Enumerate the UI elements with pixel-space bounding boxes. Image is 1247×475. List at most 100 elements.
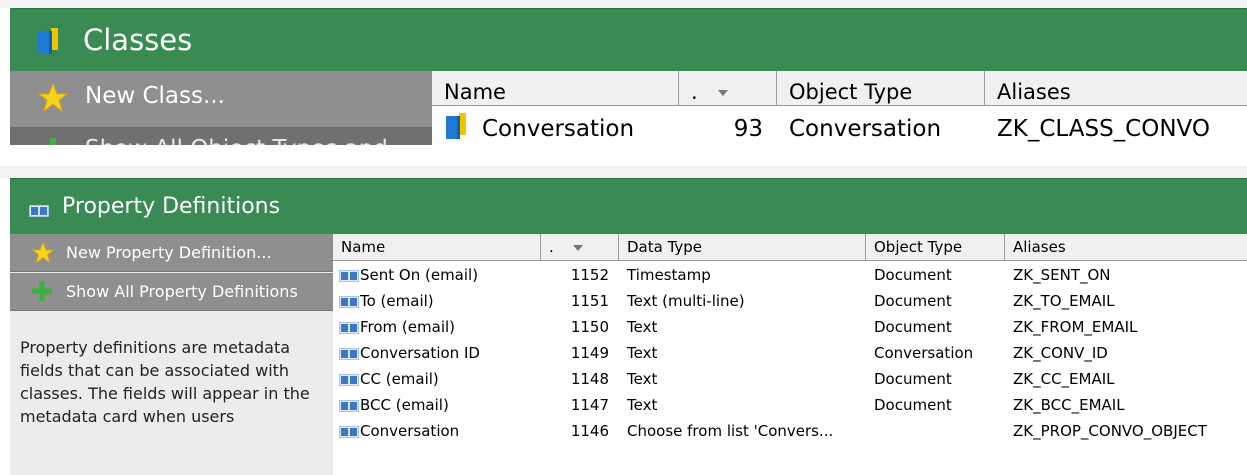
row-name: To (email) xyxy=(360,292,434,310)
book-icon xyxy=(38,28,58,58)
property-definitions-title: Property Definitions xyxy=(62,194,281,219)
classes-panel: Classes New Class... Show All Object Typ… xyxy=(0,0,1247,145)
row-id: 1149 xyxy=(570,344,609,362)
table-row[interactable]: BCC (email) 1147 Text Document ZK_BCC_EMAIL xyxy=(333,393,1247,419)
row-aliases: ZK_CC_EMAIL xyxy=(1013,370,1115,388)
row-object-type: Document xyxy=(874,318,952,336)
row-aliases: ZK_CONV_ID xyxy=(1013,344,1108,362)
column-header-id-label: . xyxy=(691,80,698,104)
table-row[interactable]: CC (email) 1148 Text Document ZK_CC_EMAIL xyxy=(333,367,1247,393)
column-header-aliases[interactable]: Aliases xyxy=(1005,234,1247,261)
row-aliases: ZK_FROM_EMAIL xyxy=(1013,318,1138,336)
row-object-type: Document xyxy=(874,370,952,388)
new-class-button[interactable]: New Class... xyxy=(10,71,432,128)
column-header-name[interactable]: Name xyxy=(432,71,679,106)
column-header-object-type[interactable]: Object Type xyxy=(866,234,1005,261)
property-definitions-panel: Property Definitions New Property Defini… xyxy=(0,166,1247,475)
classes-sidebar: New Class... Show All Object Types and .… xyxy=(10,71,432,145)
show-all-object-types-label: Show All Object Types and ... xyxy=(85,136,417,145)
classes-title: Classes xyxy=(83,23,193,57)
row-data-type: Choose from list 'Convers... xyxy=(627,422,834,440)
row-aliases: ZK_CLASS_CONVO xyxy=(997,116,1210,142)
row-name: Conversation ID xyxy=(360,344,480,362)
metadata-icon xyxy=(338,424,360,442)
classes-grid: Name . Object Type Aliases Conversation … xyxy=(432,71,1247,145)
property-definitions-sidebar: New Property Definition... Show All Prop… xyxy=(10,234,333,475)
sort-desc-icon xyxy=(572,244,583,251)
row-object-type: Document xyxy=(874,266,952,284)
show-all-object-types-button[interactable]: Show All Object Types and ... xyxy=(10,128,432,145)
property-definitions-description: Property definitions are metadata fields… xyxy=(20,338,310,426)
table-row[interactable]: To (email) 1151 Text (multi-line) Document Z… xyxy=(333,289,1247,315)
classes-header: Classes xyxy=(10,8,1247,72)
panel-top-strip xyxy=(0,0,1247,8)
metadata-icon xyxy=(338,294,360,312)
row-id: 1151 xyxy=(570,292,609,310)
row-id: 1152 xyxy=(570,266,609,284)
metadata-icon xyxy=(338,398,360,416)
panel-top-strip xyxy=(0,166,1247,178)
show-all-property-definitions-label: Show All Property Definitions xyxy=(66,282,298,301)
column-header-name-label: Name xyxy=(444,80,506,104)
row-aliases: ZK_BCC_EMAIL xyxy=(1013,396,1125,414)
row-name: Sent On (email) xyxy=(360,266,479,284)
star-icon xyxy=(37,82,69,117)
column-header-id[interactable]: . xyxy=(679,71,777,106)
row-object-type: Document xyxy=(874,292,952,310)
row-id: 1147 xyxy=(570,396,609,414)
row-id: 1150 xyxy=(570,318,609,336)
new-property-definition-button[interactable]: New Property Definition... xyxy=(10,234,333,272)
metadata-icon xyxy=(338,372,360,390)
row-id: 1148 xyxy=(570,370,609,388)
column-header-data-type-label: Data Type xyxy=(627,238,703,256)
table-row[interactable]: Conversation 1146 Choose from list 'Conver… xyxy=(333,419,1247,445)
table-row[interactable]: Sent On (email) 1152 Timestamp Document ZK_S… xyxy=(333,263,1247,289)
column-header-name-label: Name xyxy=(341,238,386,256)
row-name: Conversation xyxy=(482,116,635,142)
row-aliases: ZK_PROP_CONVO_OBJECT xyxy=(1013,422,1207,440)
column-header-object-type-label: Object Type xyxy=(874,238,963,256)
row-object-type: Conversation xyxy=(789,116,942,142)
property-definitions-header: Property Definitions xyxy=(10,178,1247,235)
row-aliases: ZK_SENT_ON xyxy=(1013,266,1111,284)
new-class-label: New Class... xyxy=(85,83,225,109)
metadata-icon xyxy=(338,346,360,364)
row-data-type: Text xyxy=(627,396,658,414)
row-aliases: ZK_TO_EMAIL xyxy=(1013,292,1115,310)
star-icon xyxy=(31,241,55,268)
row-name: From (email) xyxy=(360,318,456,336)
property-definitions-grid: Name . Data Type Object Type Aliases Sen… xyxy=(333,234,1247,475)
metadata-icon xyxy=(338,268,360,286)
row-name: BCC (email) xyxy=(360,396,449,414)
row-data-type: Text xyxy=(627,370,658,388)
column-header-id-label: . xyxy=(549,238,554,256)
row-id: 1146 xyxy=(570,422,609,440)
new-property-definition-label: New Property Definition... xyxy=(66,243,272,262)
plus-icon xyxy=(42,138,64,145)
row-name: Conversation xyxy=(360,422,460,440)
column-header-name[interactable]: Name xyxy=(333,234,541,261)
table-row[interactable]: Conversation ID 1149 Text Conversation ZK_CO… xyxy=(333,341,1247,367)
column-header-object-type[interactable]: Object Type xyxy=(777,71,985,106)
row-data-type: Text xyxy=(627,344,658,362)
row-data-type: Timestamp xyxy=(627,266,711,284)
column-header-aliases-label: Aliases xyxy=(1013,238,1066,256)
metadata-icon xyxy=(28,202,50,221)
row-data-type: Text (multi-line) xyxy=(627,292,745,310)
column-header-object-type-label: Object Type xyxy=(789,80,913,104)
column-header-aliases-label: Aliases xyxy=(997,80,1071,104)
table-row[interactable]: From (email) 1150 Text Document ZK_FROM_EMAI… xyxy=(333,315,1247,341)
row-object-type: Conversation xyxy=(874,344,974,362)
class-icon xyxy=(446,113,466,145)
row-data-type: Text xyxy=(627,318,658,336)
row-name: CC (email) xyxy=(360,370,439,388)
column-header-data-type[interactable]: Data Type xyxy=(619,234,866,261)
plus-icon xyxy=(32,281,52,305)
column-header-aliases[interactable]: Aliases xyxy=(985,71,1247,106)
row-object-type: Document xyxy=(874,396,952,414)
row-id: 93 xyxy=(733,116,763,142)
sort-desc-icon xyxy=(718,90,729,96)
show-all-property-definitions-button[interactable]: Show All Property Definitions xyxy=(10,273,333,311)
metadata-icon xyxy=(338,320,360,338)
column-header-id[interactable]: . xyxy=(541,234,619,261)
